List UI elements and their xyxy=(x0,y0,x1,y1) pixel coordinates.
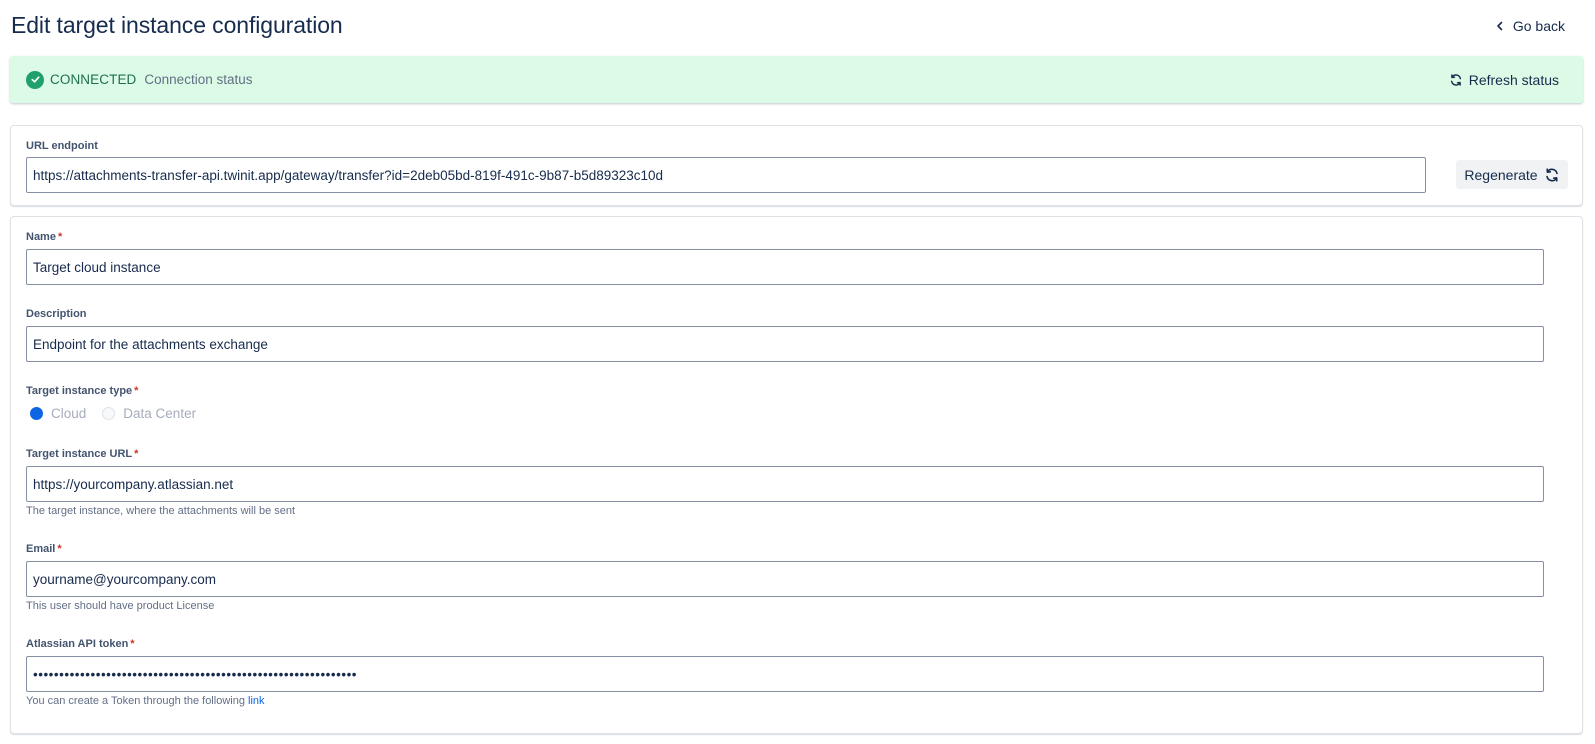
api-token-input[interactable]: ••••••••••••••••••••••••••••••••••••••••… xyxy=(26,656,1544,692)
regenerate-button[interactable]: Regenerate xyxy=(1456,160,1568,189)
refresh-status-label: Refresh status xyxy=(1468,71,1559,88)
radio-data-center-label: Data Center xyxy=(123,406,197,421)
instance-url-label: Target instance URL * xyxy=(26,448,139,460)
url-endpoint-card: URL endpoint https://attachments-transfe… xyxy=(10,125,1583,206)
api-token-helper: You can create a Token through the follo… xyxy=(26,695,265,707)
required-marker: * xyxy=(57,231,63,243)
name-input[interactable]: Target cloud instance xyxy=(26,249,1544,285)
email-helper: This user should have product License xyxy=(26,600,215,612)
page-title: Edit target instance configuration xyxy=(11,12,343,38)
chevron-left-icon xyxy=(1497,21,1503,31)
radio-cloud-label: Cloud xyxy=(51,406,87,421)
refresh-icon xyxy=(1545,167,1558,182)
instance-url-input[interactable]: https://yourcompany.atlassian.net xyxy=(26,466,1544,502)
required-marker: * xyxy=(134,385,139,397)
create-token-link[interactable]: link xyxy=(248,695,265,707)
required-marker: * xyxy=(134,448,139,460)
refresh-status-button[interactable]: Refresh status xyxy=(1449,72,1567,88)
instance-type-label: Target instance type * xyxy=(26,385,139,397)
radio-button-checked[interactable] xyxy=(30,407,43,420)
required-marker: * xyxy=(130,638,135,650)
regenerate-label: Regenerate xyxy=(1464,166,1538,183)
status-badge: CONNECTED xyxy=(50,72,137,87)
refresh-icon xyxy=(1450,73,1461,86)
status-description: Connection status xyxy=(144,72,253,87)
radio-cloud[interactable]: Cloud xyxy=(30,406,86,421)
go-back-button[interactable]: Go back xyxy=(1495,18,1565,34)
instance-url-helper: The target instance, where the attachmen… xyxy=(26,505,296,517)
email-field[interactable]: yourname@yourcompany.com xyxy=(26,561,1544,597)
url-endpoint-input[interactable]: https://attachments-transfer-api.twinit.… xyxy=(26,157,1426,193)
required-marker: * xyxy=(57,543,62,555)
connection-status-banner: CONNECTED Connection status Refresh stat… xyxy=(10,56,1583,103)
radio-button[interactable] xyxy=(102,407,116,420)
go-back-label: Go back xyxy=(1512,18,1565,34)
name-label: Name * xyxy=(26,231,63,243)
api-token-label: Atlassian API token * xyxy=(26,638,135,650)
description-input[interactable]: Endpoint for the attachments exchange xyxy=(26,326,1544,362)
instance-type-radio-group: Cloud Data Center xyxy=(30,406,196,421)
url-endpoint-label: URL endpoint xyxy=(26,140,98,152)
description-label: Description xyxy=(26,308,87,320)
configuration-form-card: Name * Target cloud instance Description … xyxy=(10,216,1583,734)
email-label: Email * xyxy=(26,543,62,555)
check-circle-icon xyxy=(26,70,44,89)
radio-data-center[interactable]: Data Center xyxy=(102,406,196,421)
